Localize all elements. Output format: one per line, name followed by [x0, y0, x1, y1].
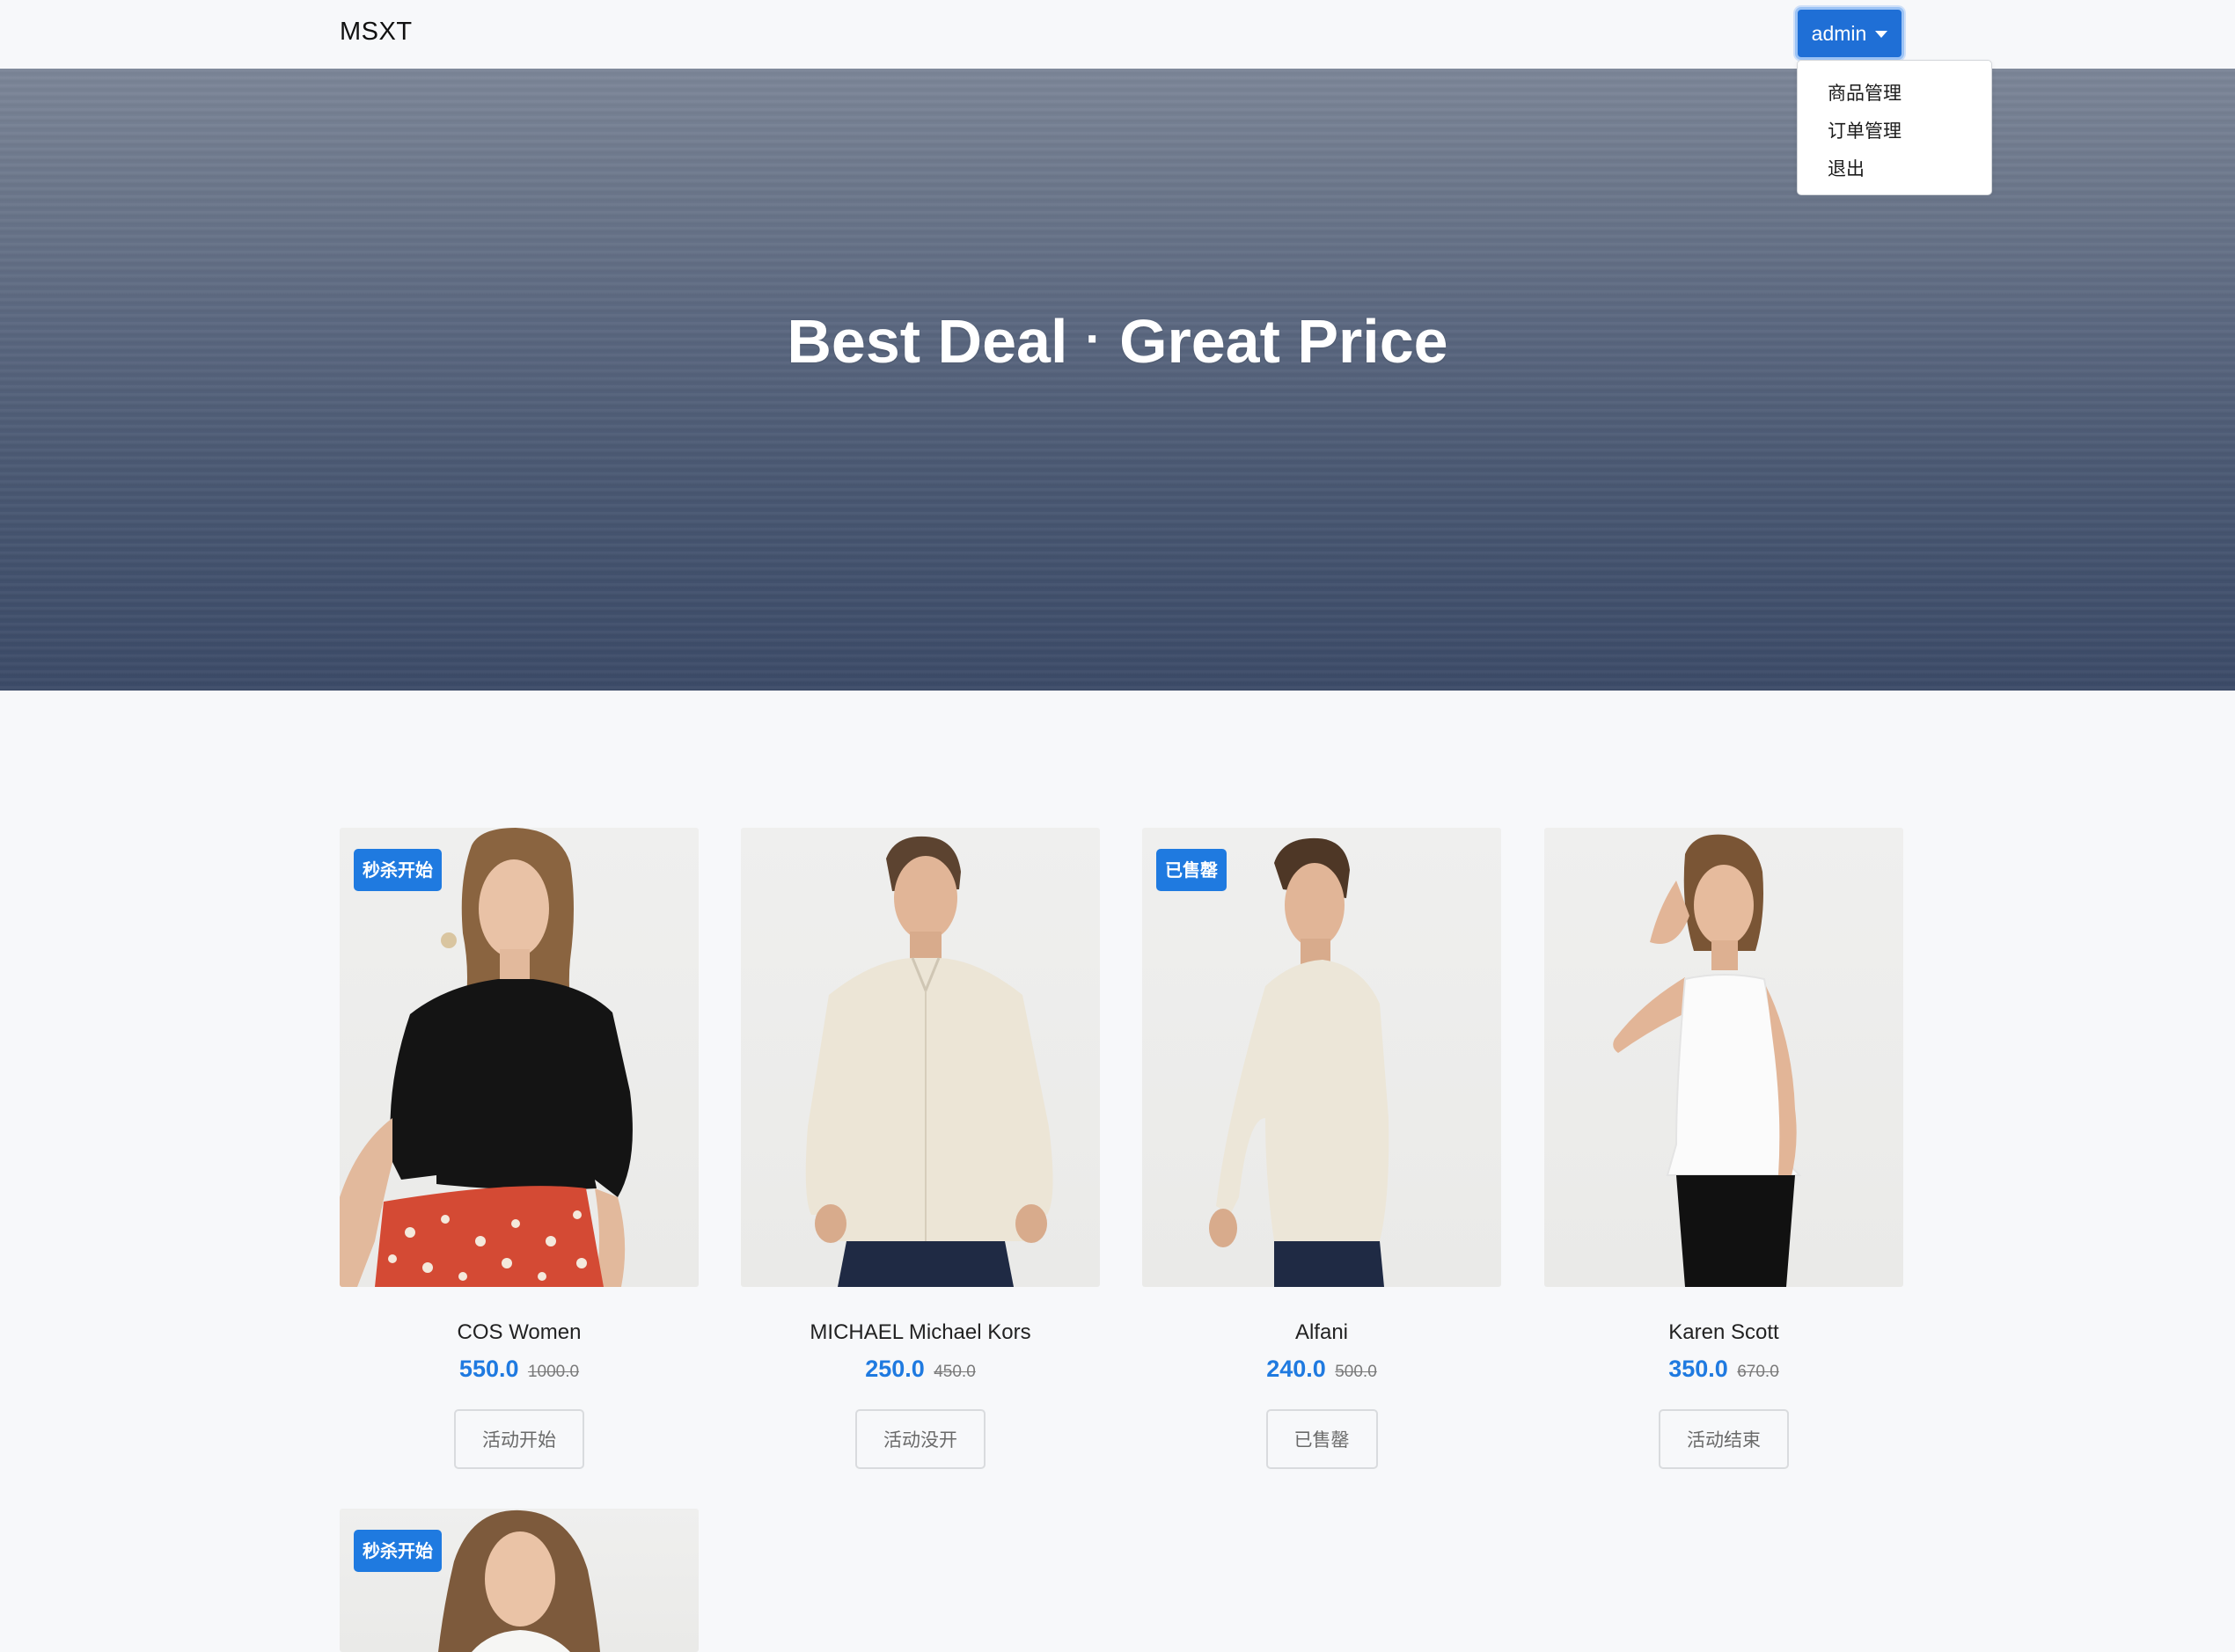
price-original: 450.0	[934, 1363, 976, 1381]
status-badge: 秒杀开始	[354, 849, 442, 891]
user-dropdown-menu: 商品管理 订单管理 退出	[1797, 60, 1992, 195]
hero-title: Best Deal · Great Price	[0, 306, 2235, 376]
product-card: 已售罄 Alfani 240.0 500.0 已售罄	[1142, 828, 1501, 1469]
price-current: 250.0	[865, 1356, 925, 1382]
man-linen-shirt-image	[805, 836, 1053, 1287]
price-original: 670.0	[1737, 1363, 1779, 1381]
product-action-button[interactable]: 活动结束	[1659, 1409, 1789, 1469]
product-card: 秒杀开始 COS Women 550.0 1000.0 活动开始	[340, 828, 699, 1469]
product-image[interactable]: 秒杀开始	[340, 828, 699, 1287]
product-name[interactable]: Karen Scott	[1544, 1320, 1903, 1345]
product-price: 240.0 500.0	[1142, 1356, 1501, 1383]
product-name[interactable]: COS Women	[340, 1320, 699, 1345]
price-current: 550.0	[458, 1356, 519, 1382]
hero-title-separator: ·	[1085, 311, 1103, 366]
product-image[interactable]	[1544, 828, 1903, 1287]
navbar: MSXT admin	[0, 0, 2235, 69]
woman-white-top-image	[1613, 834, 1802, 1287]
product-image[interactable]: 秒杀开始	[340, 1509, 699, 1652]
price-current: 350.0	[1668, 1356, 1728, 1382]
menu-item-order-management[interactable]: 订单管理	[1798, 113, 1991, 150]
product-image[interactable]	[741, 828, 1100, 1287]
price-original: 1000.0	[527, 1363, 580, 1381]
product-price: 250.0 450.0	[741, 1356, 1100, 1383]
user-menu-button[interactable]: admin	[1795, 7, 1904, 60]
product-image[interactable]: 已售罄	[1142, 828, 1501, 1287]
caret-down-icon	[1875, 31, 1888, 38]
product-price: 350.0 670.0	[1544, 1356, 1903, 1383]
product-card: 秒杀开始	[340, 1509, 699, 1652]
woman-black-top-image	[340, 828, 633, 1287]
hero-title-right: Great Price	[1119, 307, 1448, 376]
status-badge: 秒杀开始	[354, 1530, 442, 1572]
product-card: Karen Scott 350.0 670.0 活动结束	[1544, 828, 1903, 1469]
product-name[interactable]: MICHAEL Michael Kors	[741, 1320, 1100, 1345]
menu-item-logout[interactable]: 退出	[1798, 150, 1991, 188]
brand-logo[interactable]: MSXT	[340, 18, 413, 47]
user-menu-label: admin	[1811, 21, 1867, 45]
menu-item-product-management[interactable]: 商品管理	[1798, 75, 1991, 113]
hero-title-left: Best Deal	[787, 307, 1068, 376]
product-name[interactable]: Alfani	[1142, 1320, 1501, 1345]
price-current: 240.0	[1266, 1356, 1326, 1382]
status-badge: 已售罄	[1156, 849, 1227, 891]
man-side-shirt-image	[1209, 837, 1389, 1287]
product-card: MICHAEL Michael Kors 250.0 450.0 活动没开	[741, 828, 1100, 1469]
price-original: 500.0	[1335, 1363, 1377, 1381]
product-action-button[interactable]: 活动开始	[454, 1409, 584, 1469]
product-action-button[interactable]: 活动没开	[855, 1409, 986, 1469]
product-price: 550.0 1000.0	[340, 1356, 699, 1383]
product-action-button[interactable]: 已售罄	[1265, 1409, 1378, 1469]
